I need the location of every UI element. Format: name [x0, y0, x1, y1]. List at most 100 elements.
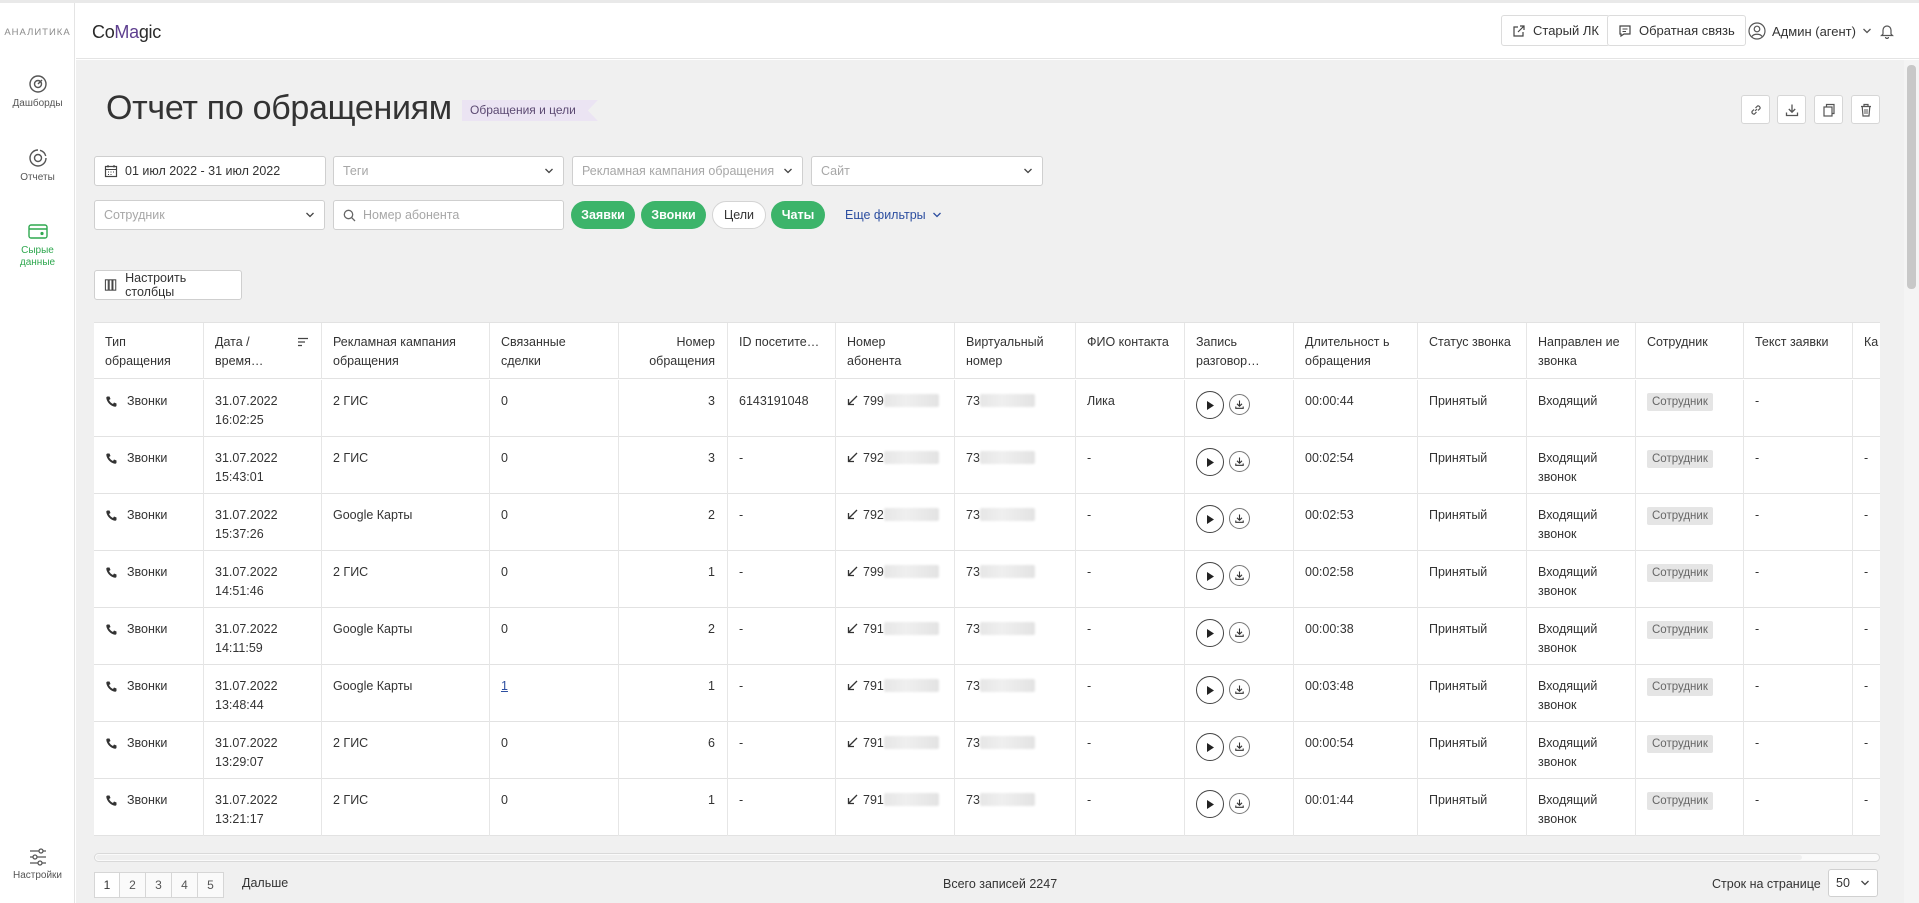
page-button[interactable]: 5 [198, 872, 224, 898]
redacted-number [883, 793, 939, 806]
column-header[interactable]: Текст заявки [1744, 323, 1853, 379]
rows-per-page-select[interactable]: 50 [1828, 869, 1878, 897]
call-time: 15:37:26 [215, 527, 264, 541]
table-row[interactable]: Звонки 31.07.2022 13:48:44 Google Карты 1 1 - 7… [94, 665, 1880, 722]
filter-pill-chats[interactable]: Чаты [771, 201, 825, 229]
column-header[interactable]: Ка кл [1853, 323, 1880, 379]
site-select[interactable]: Сайт [811, 156, 1043, 186]
table-cell: - [728, 608, 836, 665]
table-row[interactable]: Звонки 31.07.2022 16:02:25 2 ГИС 0 3 614319104… [94, 380, 1880, 437]
column-header[interactable]: Тип обращения [94, 323, 204, 379]
campaign-select[interactable]: Рекламная кампания обращения [572, 156, 803, 186]
play-recording-button[interactable] [1196, 676, 1224, 704]
page-button[interactable]: 4 [172, 872, 198, 898]
scrollbar-thumb[interactable] [1907, 65, 1916, 289]
user-menu[interactable]: Админ (агент) [1748, 22, 1894, 40]
deals-count: 0 [501, 451, 508, 465]
table-row[interactable]: Звонки 31.07.2022 15:37:26 Google Карты 0 2 - 7… [94, 494, 1880, 551]
column-header[interactable]: Номер абонента [836, 323, 955, 379]
download-recording-button[interactable] [1229, 565, 1250, 586]
copy-link-button[interactable] [1741, 95, 1770, 124]
play-recording-button[interactable] [1196, 733, 1224, 761]
sidebar-item-dashboards[interactable]: Дашборды [0, 74, 75, 110]
call-status: Принятый [1429, 508, 1488, 522]
scrollbar-thumb[interactable] [96, 855, 1802, 860]
table-cell: - [728, 779, 836, 836]
column-header[interactable]: Статус звонка [1418, 323, 1527, 379]
column-header[interactable]: Номер обращения [619, 323, 728, 379]
download-recording-button[interactable] [1229, 793, 1250, 814]
next-page-link[interactable]: Дальше [242, 876, 288, 890]
download-button[interactable] [1777, 95, 1806, 124]
table-cell [1185, 722, 1294, 779]
table-cell: 6143191048 [728, 380, 836, 437]
deals-link[interactable]: 1 [501, 679, 508, 693]
table-cell: Принятый [1418, 665, 1527, 722]
date-range-picker[interactable]: 01 июл 2022 - 31 июл 2022 [94, 156, 326, 186]
sidebar-item-label: Настройки [12, 870, 63, 881]
tags-select[interactable]: Теги [333, 156, 564, 186]
filter-pill-goals[interactable]: Цели [712, 201, 766, 229]
play-recording-button[interactable] [1196, 562, 1224, 590]
sort-icon[interactable] [297, 337, 309, 347]
call-status: Принятый [1429, 679, 1488, 693]
page-button[interactable]: 2 [120, 872, 146, 898]
duplicate-button[interactable] [1814, 95, 1843, 124]
campaign-name: Google Карты [333, 679, 413, 693]
download-recording-button[interactable] [1229, 394, 1250, 415]
download-recording-button[interactable] [1229, 736, 1250, 757]
column-header[interactable]: Направлен ие звонка [1527, 323, 1636, 379]
play-recording-button[interactable] [1196, 505, 1224, 533]
table-row[interactable]: Звонки 31.07.2022 13:21:17 2 ГИС 0 1 - 791 73 - 00… [94, 779, 1880, 836]
table-row[interactable]: Звонки 31.07.2022 14:51:46 2 ГИС 0 1 - 799 73 - 00… [94, 551, 1880, 608]
download-recording-button[interactable] [1229, 508, 1250, 529]
horizontal-scrollbar[interactable] [94, 853, 1880, 862]
bell-icon[interactable] [1880, 23, 1894, 39]
delete-button[interactable] [1851, 95, 1880, 124]
play-recording-button[interactable] [1196, 619, 1224, 647]
table-row[interactable]: Звонки 31.07.2022 14:11:59 Google Карты 0 2 - 7… [94, 608, 1880, 665]
table-cell [1185, 608, 1294, 665]
sidebar-item-settings[interactable]: Настройки [0, 848, 75, 882]
virtual-number: 73 [966, 565, 980, 579]
column-header[interactable]: ФИО контакта [1076, 323, 1185, 379]
column-header[interactable]: ID посетите… [728, 323, 836, 379]
page-button[interactable]: 1 [94, 872, 120, 898]
phone-search-field[interactable]: Номер абонента [333, 200, 564, 230]
page-button[interactable]: 3 [146, 872, 172, 898]
vertical-scrollbar[interactable] [1904, 60, 1919, 903]
logo[interactable]: CoMagic [92, 22, 161, 43]
download-recording-button[interactable] [1229, 451, 1250, 472]
column-header[interactable]: Связанные сделки [490, 323, 619, 379]
sidebar-item-reports[interactable]: Отчеты [0, 148, 75, 184]
table-cell: 31.07.2022 16:02:25 [204, 380, 322, 437]
download-icon [1235, 799, 1244, 808]
phone-search-input[interactable]: Номер абонента [363, 208, 554, 222]
call-duration: 00:00:44 [1305, 394, 1354, 408]
campaign-name: 2 ГИС [333, 394, 369, 408]
old-lk-button[interactable]: Старый ЛК [1501, 15, 1610, 46]
employee-select[interactable]: Сотрудник [94, 200, 325, 230]
sidebar-item-raw-data[interactable]: Сырые данные [0, 221, 75, 268]
filter-pill-requests[interactable]: Заявки [571, 201, 635, 229]
table-row[interactable]: Звонки 31.07.2022 13:29:07 2 ГИС 0 6 - 791 73 - 00… [94, 722, 1880, 779]
call-duration: 00:00:38 [1305, 622, 1354, 636]
column-header[interactable]: Сотрудник [1636, 323, 1744, 379]
configure-columns-button[interactable]: Настроить столбцы [94, 270, 242, 300]
filter-pill-calls[interactable]: Звонки [641, 201, 706, 229]
column-header[interactable]: Длительност ь обращения [1294, 323, 1418, 379]
download-recording-button[interactable] [1229, 679, 1250, 700]
play-recording-button[interactable] [1196, 790, 1224, 818]
column-header[interactable]: Запись разговор… [1185, 323, 1294, 379]
redacted-number [979, 736, 1035, 749]
column-header[interactable]: Дата / время… [204, 323, 322, 379]
table-row[interactable]: Звонки 31.07.2022 15:43:01 2 ГИС 0 3 - 792 73 - 00… [94, 437, 1880, 494]
play-recording-button[interactable] [1196, 391, 1224, 419]
column-header[interactable]: Рекламная кампания обращения [322, 323, 490, 379]
more-filters-link[interactable]: Еще фильтры [845, 208, 942, 222]
download-recording-button[interactable] [1229, 622, 1250, 643]
table-cell: 73 [955, 779, 1076, 836]
column-header[interactable]: Виртуальный номер [955, 323, 1076, 379]
feedback-button[interactable]: Обратная связь [1607, 15, 1746, 46]
play-recording-button[interactable] [1196, 448, 1224, 476]
